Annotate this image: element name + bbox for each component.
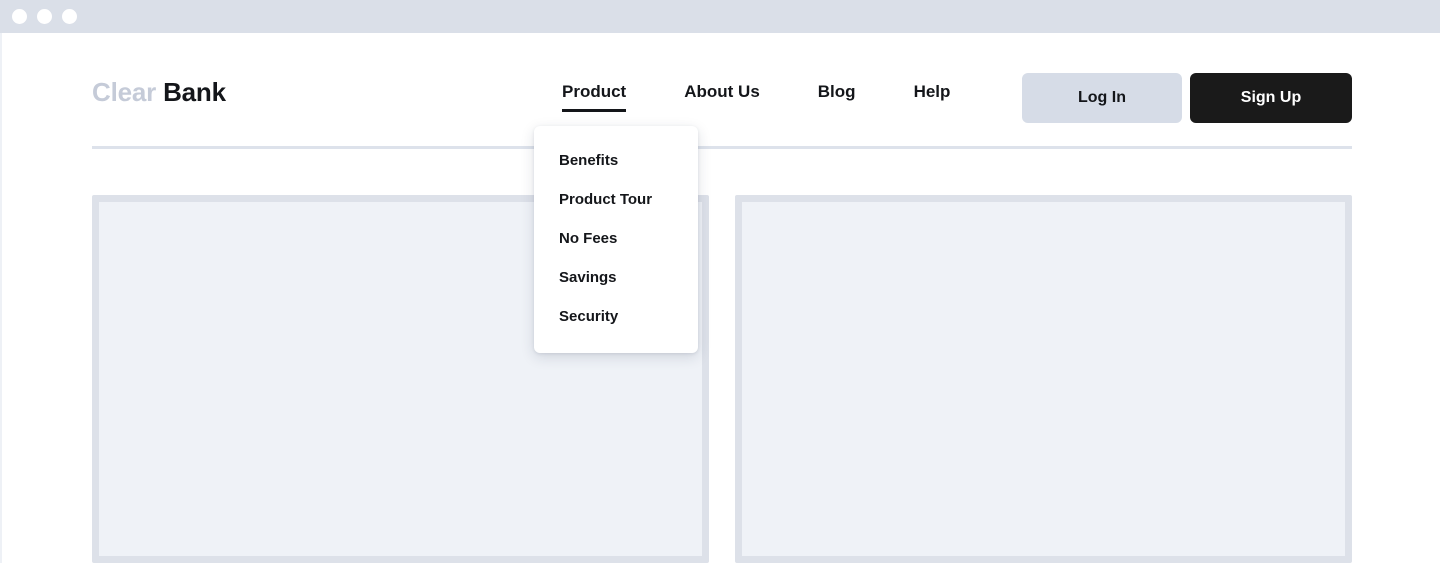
- window-dot-close-icon[interactable]: [12, 9, 27, 24]
- browser-window: Clear Bank Product About Us Blog Help Lo…: [0, 0, 1440, 563]
- product-dropdown-menu: Benefits Product Tour No Fees Savings Se…: [534, 126, 698, 353]
- dropdown-item-security[interactable]: Security: [534, 302, 698, 331]
- page-canvas: Clear Bank Product About Us Blog Help Lo…: [0, 33, 1440, 563]
- nav-item-about-us[interactable]: About Us: [684, 82, 760, 112]
- logo-word-bank: Bank: [163, 77, 226, 107]
- content-panel-right: [735, 195, 1352, 563]
- site-logo[interactable]: Clear Bank: [92, 77, 226, 108]
- logo-word-clear: Clear: [92, 77, 157, 107]
- dropdown-item-savings[interactable]: Savings: [534, 263, 698, 292]
- header-actions: Log In Sign Up: [1022, 73, 1352, 123]
- header-divider: [92, 146, 1352, 149]
- nav-item-product[interactable]: Product: [562, 82, 627, 112]
- site-header: Clear Bank Product About Us Blog Help Lo…: [2, 33, 1440, 149]
- dropdown-item-benefits[interactable]: Benefits: [534, 146, 698, 175]
- dropdown-item-product-tour[interactable]: Product Tour: [534, 185, 698, 214]
- main-navigation: Product About Us Blog Help: [562, 82, 950, 112]
- window-dot-maximize-icon[interactable]: [62, 9, 77, 24]
- dropdown-item-no-fees[interactable]: No Fees: [534, 224, 698, 253]
- window-titlebar: [0, 0, 1440, 33]
- main-content: [92, 195, 1352, 563]
- nav-item-blog[interactable]: Blog: [818, 82, 856, 112]
- log-in-button[interactable]: Log In: [1022, 73, 1182, 123]
- window-dot-minimize-icon[interactable]: [37, 9, 52, 24]
- sign-up-button[interactable]: Sign Up: [1190, 73, 1352, 123]
- nav-item-help[interactable]: Help: [914, 82, 951, 112]
